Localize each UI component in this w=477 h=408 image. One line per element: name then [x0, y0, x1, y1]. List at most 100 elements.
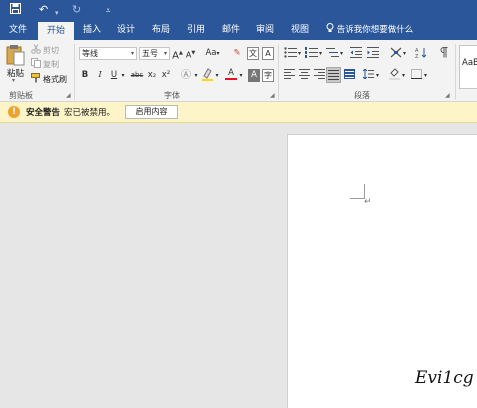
- multilevel-list-icon[interactable]: [325, 47, 339, 60]
- increase-indent-icon[interactable]: [366, 47, 379, 60]
- change-case-icon: Aa: [205, 48, 217, 58]
- font-color-bar: [225, 78, 237, 80]
- grow-font-button[interactable]: A▲: [172, 47, 183, 62]
- paste-button[interactable]: 粘贴: [7, 67, 24, 79]
- font-size-combo[interactable]: 五号 ▾: [139, 47, 170, 60]
- style-preview: AaB: [462, 58, 477, 68]
- enable-content-button[interactable]: 启用内容: [125, 105, 178, 119]
- shading-dropdown-icon[interactable]: ▾: [401, 69, 406, 82]
- warning-icon: !: [8, 106, 20, 118]
- multilevel-dropdown-icon[interactable]: ▾: [339, 47, 344, 60]
- enclose-char-icon[interactable]: 字: [262, 69, 274, 82]
- security-warning-bar: ! 安全警告 宏已被禁用。 启用内容: [0, 102, 477, 123]
- font-name-combo[interactable]: 等线 ▾: [79, 47, 137, 60]
- italic-button[interactable]: I: [95, 69, 105, 82]
- bold-button[interactable]: B: [80, 69, 90, 82]
- superscript-button[interactable]: x²: [160, 69, 172, 82]
- numbering-dropdown-icon[interactable]: ▾: [318, 47, 323, 60]
- tab-insert[interactable]: 插入: [78, 20, 106, 40]
- tab-design[interactable]: 设计: [112, 20, 140, 40]
- copy-icon: [31, 58, 41, 70]
- shrink-font-button[interactable]: A▼: [185, 47, 196, 60]
- styles-gallery[interactable]: AaB: [459, 45, 477, 89]
- scissors-icon: [31, 44, 41, 56]
- highlight-dropdown-icon[interactable]: ▾: [214, 69, 220, 82]
- tell-me-box[interactable]: 告诉我你想要做什么: [326, 20, 413, 40]
- shading-icon[interactable]: [388, 68, 400, 81]
- chinese-layout-dropdown-icon[interactable]: ▾: [402, 47, 407, 60]
- char-shading-button[interactable]: A: [248, 69, 260, 82]
- group-separator: [74, 44, 75, 100]
- grow-font-icon: A: [172, 50, 179, 62]
- undo-icon[interactable]: ↶: [39, 3, 48, 17]
- show-marks-icon[interactable]: [438, 47, 450, 60]
- bullets-dropdown-icon[interactable]: ▾: [297, 47, 302, 60]
- tab-review[interactable]: 审阅: [251, 20, 279, 40]
- document-area[interactable]: ↵: [0, 123, 477, 408]
- tab-mailings[interactable]: 邮件: [217, 20, 245, 40]
- phonetic-guide-icon[interactable]: 文: [247, 47, 259, 60]
- char-border-icon[interactable]: A: [262, 47, 274, 60]
- chevron-down-icon: ▾: [163, 50, 167, 57]
- format-painter-label: 格式刷: [43, 74, 67, 84]
- font-size-value: 五号: [142, 49, 158, 58]
- tab-home[interactable]: 开始: [38, 22, 74, 40]
- copy-button[interactable]: 复制: [31, 58, 59, 70]
- highlight-icon[interactable]: [201, 68, 213, 81]
- group-separator: [455, 44, 456, 100]
- undo-dropdown-icon[interactable]: ▾: [55, 6, 59, 20]
- format-painter-button[interactable]: 格式刷: [31, 73, 67, 85]
- decrease-indent-icon[interactable]: [349, 47, 362, 60]
- paragraph-launcher-icon[interactable]: ◢: [445, 92, 450, 99]
- line-spacing-dropdown-icon[interactable]: ▾: [375, 69, 380, 82]
- format-painter-icon: [31, 73, 41, 85]
- clipboard-group-label: 剪贴板: [9, 91, 33, 100]
- lightbulb-icon: [326, 23, 337, 35]
- font-launcher-icon[interactable]: ◢: [270, 92, 275, 99]
- distributed-icon[interactable]: [343, 69, 355, 82]
- ribbon-tab-bar: 文件 开始 插入 设计 布局 引用 邮件 审阅 视图 告诉我你想要做什么: [0, 20, 477, 40]
- borders-dropdown-icon[interactable]: ▾: [423, 69, 428, 82]
- tab-view[interactable]: 视图: [286, 20, 314, 40]
- svg-text:Z: Z: [415, 54, 419, 58]
- bullets-icon[interactable]: [283, 47, 297, 60]
- clipboard-launcher-icon[interactable]: ◢: [66, 92, 71, 99]
- group-separator: [278, 44, 279, 100]
- copy-label: 复制: [43, 59, 59, 69]
- numbering-icon[interactable]: [304, 47, 318, 60]
- title-bar: ↶ ▾ ↻ ⩡: [0, 0, 477, 20]
- tab-file[interactable]: 文件: [4, 20, 32, 40]
- align-left-icon[interactable]: [283, 69, 295, 82]
- tab-layout[interactable]: 布局: [147, 20, 175, 40]
- underline-dropdown-icon[interactable]: ▾: [120, 69, 126, 82]
- document-page[interactable]: ↵: [287, 134, 477, 408]
- borders-icon[interactable]: [410, 69, 422, 82]
- paste-dropdown-icon[interactable]: ▾: [12, 77, 15, 84]
- align-right-icon[interactable]: [313, 69, 325, 82]
- change-case-button[interactable]: Aa▾: [203, 47, 222, 60]
- font-color-dropdown-icon[interactable]: ▾: [238, 69, 244, 82]
- underline-button[interactable]: U: [109, 69, 119, 82]
- justify-icon[interactable]: [326, 67, 341, 83]
- paste-icon[interactable]: [6, 44, 26, 66]
- text-effects-dropdown-icon[interactable]: ▾: [193, 69, 199, 82]
- subscript-button[interactable]: x₂: [146, 69, 158, 82]
- save-icon[interactable]: [10, 3, 21, 18]
- clear-formatting-icon[interactable]: ✎: [231, 47, 243, 60]
- cut-button[interactable]: 剪切: [31, 44, 59, 56]
- tell-me-text: 告诉我你想要做什么: [336, 25, 414, 35]
- text-effects-icon[interactable]: Ⓐ: [180, 69, 192, 82]
- chinese-layout-icon[interactable]: [389, 47, 402, 60]
- security-warning-message: 宏已被禁用。: [64, 108, 116, 118]
- redo-icon[interactable]: ↻: [72, 3, 81, 17]
- align-center-icon[interactable]: [298, 69, 310, 82]
- sort-icon[interactable]: AZ: [414, 47, 427, 60]
- strikethrough-button[interactable]: abc: [130, 69, 144, 82]
- security-warning-title: 安全警告: [26, 108, 61, 118]
- tab-references[interactable]: 引用: [182, 20, 210, 40]
- paragraph-group-label: 段落: [354, 91, 370, 100]
- paragraph-mark: ↵: [364, 197, 372, 207]
- font-color-button[interactable]: A: [225, 68, 237, 81]
- line-spacing-icon[interactable]: [362, 68, 374, 82]
- customize-icon[interactable]: ⩡: [106, 4, 111, 18]
